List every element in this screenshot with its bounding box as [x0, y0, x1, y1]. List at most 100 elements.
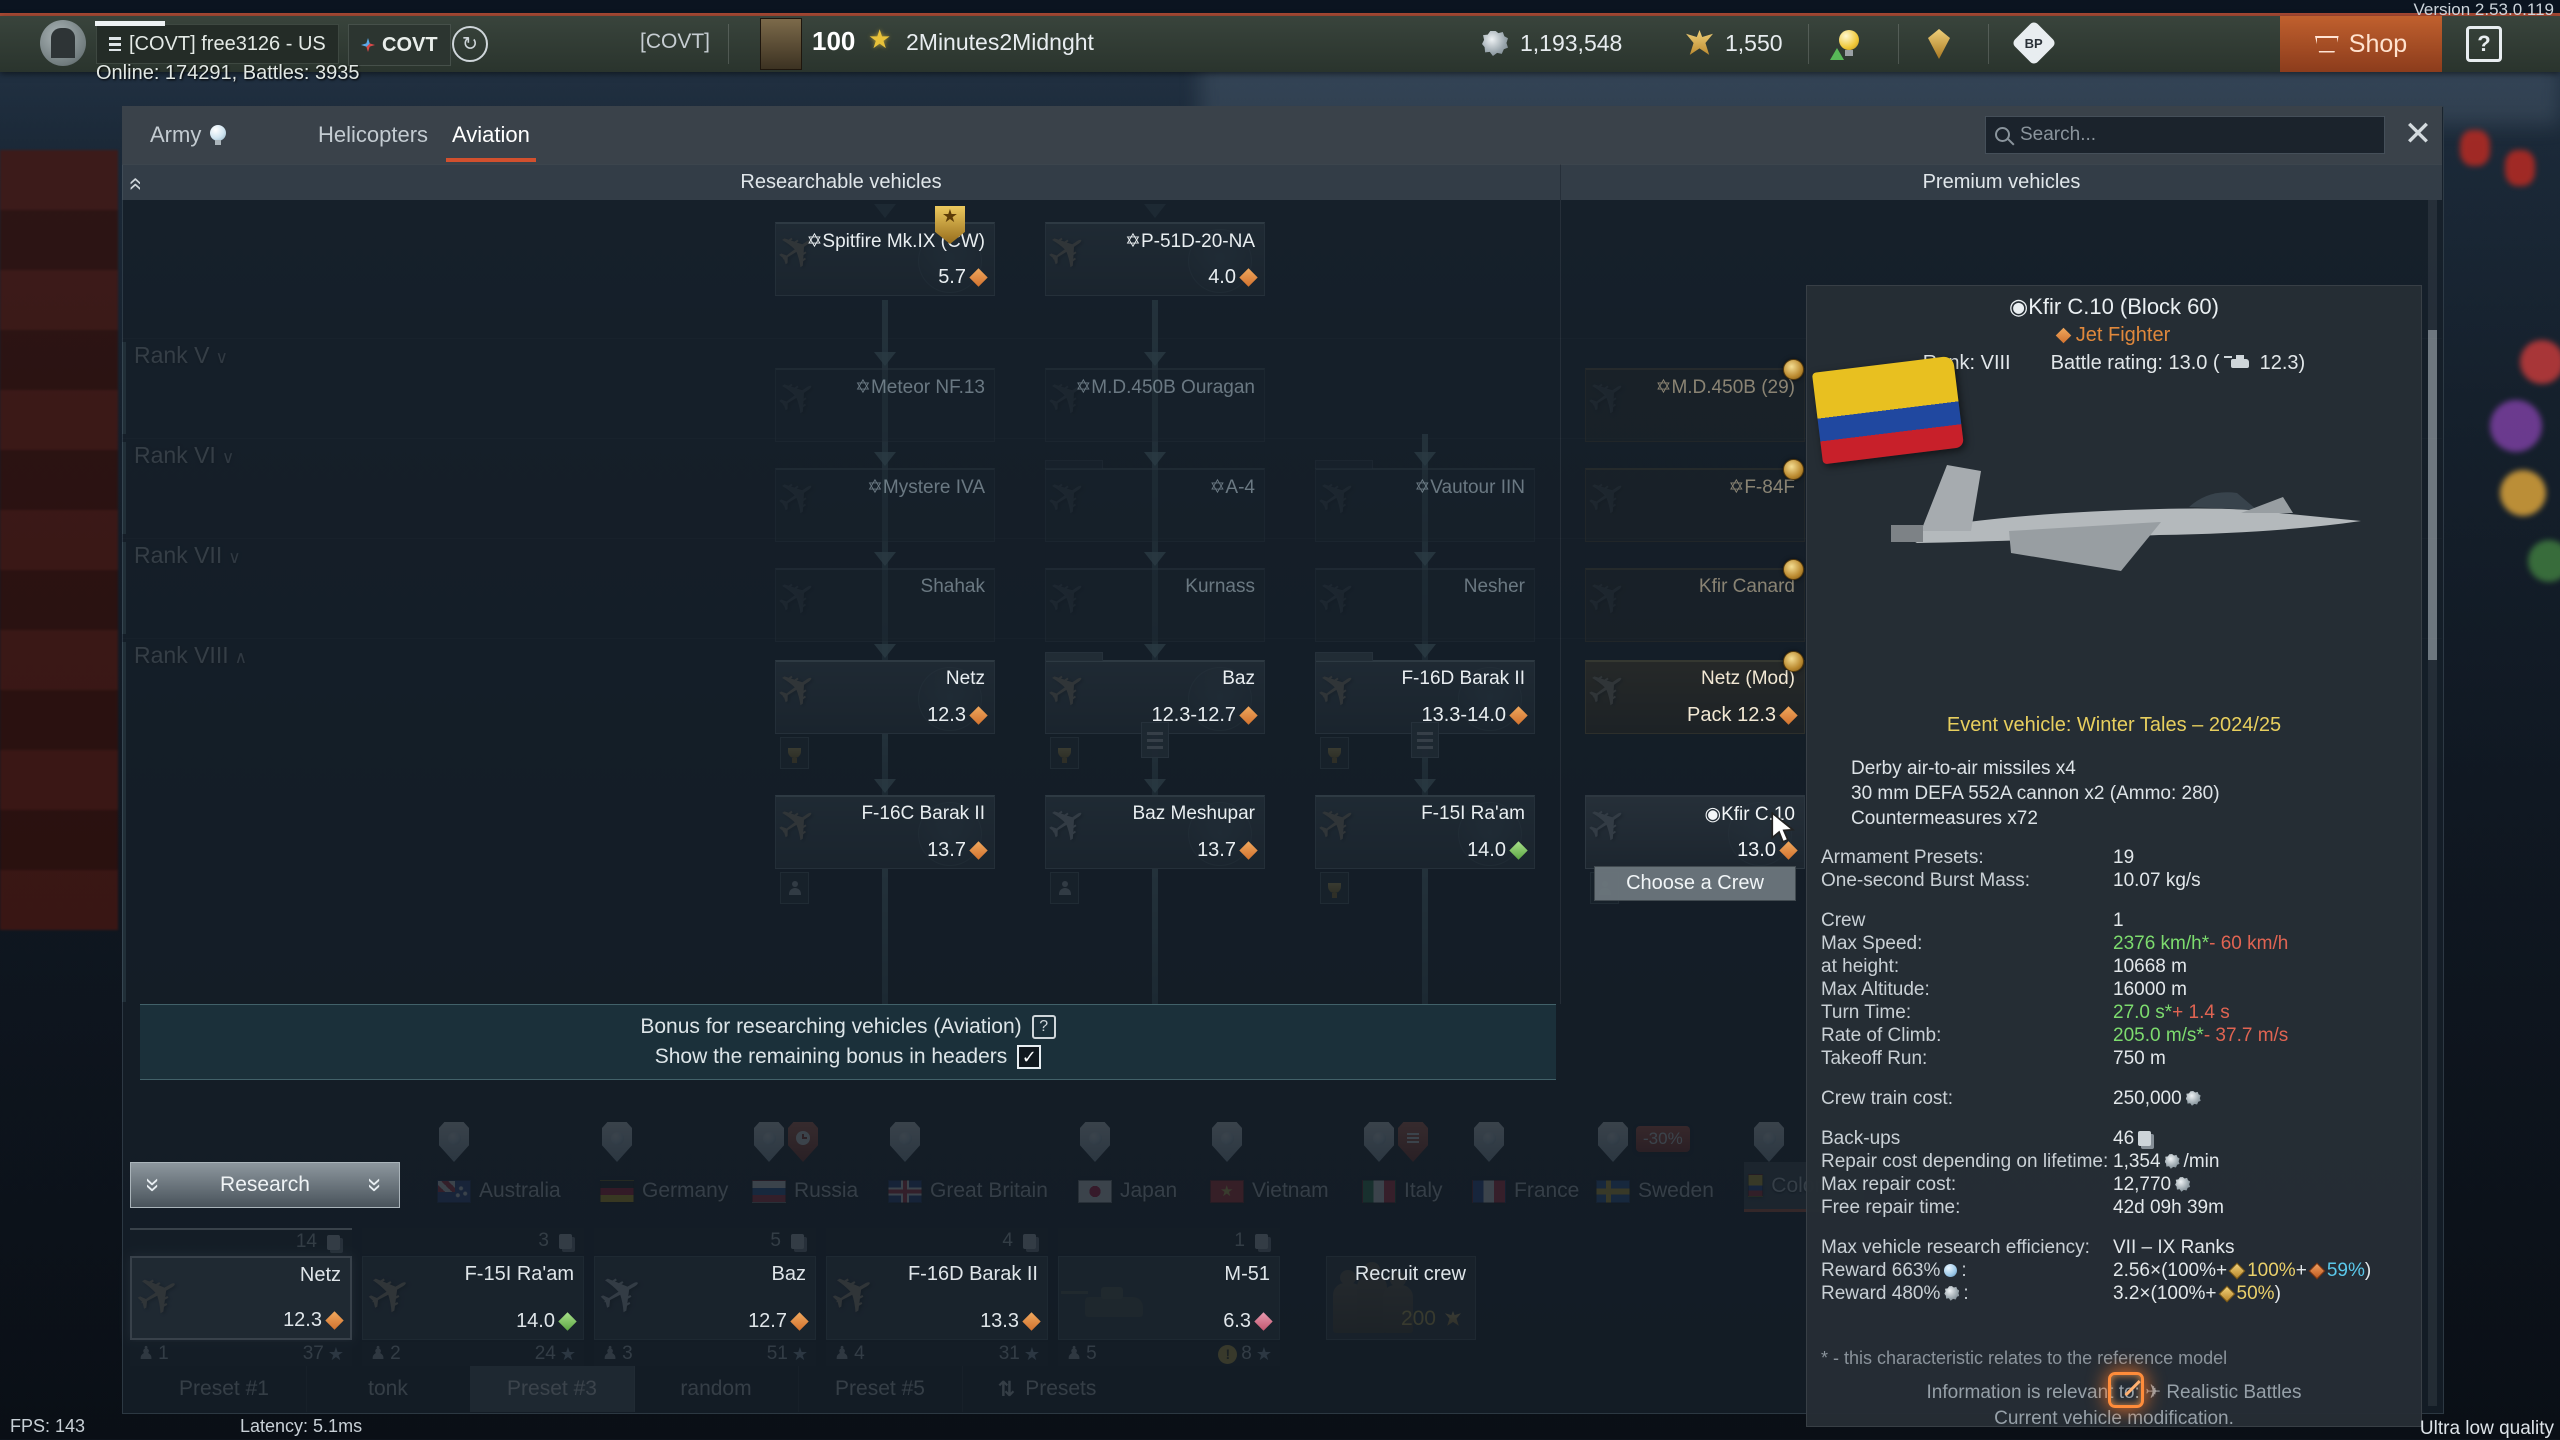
battle-rating: 13.3 [980, 1310, 1038, 1333]
class-diamond-icon [2055, 328, 2071, 344]
premium-header: Premium vehicles [1561, 164, 2442, 200]
talisman-icon [2218, 1285, 2235, 1302]
wager-portrait[interactable] [760, 18, 802, 70]
lion-icon [2186, 1091, 2201, 1106]
vehicle-name: Shahak [921, 576, 985, 598]
vehicle-name: ✡A-4 [1210, 476, 1256, 499]
vehicle-name: Netz [946, 668, 985, 690]
spectate-icon[interactable]: ↻ [452, 26, 488, 62]
wager-star-icon: ★ [868, 24, 891, 55]
mouse-cursor [1770, 812, 1798, 844]
background-lantern [2460, 130, 2490, 166]
battle-pass-icon[interactable]: BP [2011, 20, 2056, 65]
active-tab-underline [446, 158, 536, 162]
stat-row: Armament Presets:19 [1821, 846, 2409, 869]
clan-badge-button[interactable]: COVT [348, 24, 451, 66]
stat-row: One-second Burst Mass:10.07 kg/s [1821, 869, 2409, 892]
chevron-glyph: » [121, 177, 148, 190]
br-diamond-icon [1779, 841, 1797, 859]
talisman-icon [2229, 1262, 2246, 1279]
br-diamond-icon [969, 841, 987, 859]
tab-helicopters[interactable]: Helicopters [318, 106, 428, 164]
header-label: Premium vehicles [1923, 171, 2081, 194]
vehicle-name: F-16C Barak II [861, 803, 985, 825]
vehicle-name: ✡M.D.450B Ouragan [1075, 376, 1255, 399]
br-diamond-icon [969, 706, 987, 724]
player-card-button[interactable]: [COVT] free3126 - US [96, 24, 339, 64]
br-diamond-icon [790, 1312, 808, 1330]
battle-rating: 14.0 [1467, 839, 1525, 862]
help-button[interactable]: ? [2466, 26, 2502, 62]
boost-arrow-icon [1830, 48, 1844, 60]
list-icon [109, 37, 121, 51]
scrollbar[interactable] [2428, 200, 2437, 1406]
bonus-checkbox-label: Show the remaining bonus in headers [655, 1045, 1008, 1069]
bonus-help-icon[interactable]: ? [1032, 1015, 1056, 1039]
boost-icon [2308, 1262, 2325, 1279]
stat-row: Crew train cost:250,000 [1821, 1087, 2409, 1110]
quality-label: Ultra low quality [2420, 1418, 2554, 1440]
tab-label: Aviation [452, 122, 530, 148]
chevron-down-icon: » [141, 1178, 167, 1192]
weapon-list: Derby air-to-air missiles x430 mm DEFA 5… [1851, 756, 2220, 831]
background-ornament [2500, 470, 2546, 516]
battle-rating: 13.7 [1197, 839, 1255, 862]
br-diamond-icon [1254, 1312, 1272, 1330]
stats-group: Crew train cost:250,000 [1821, 1087, 2409, 1110]
clan-tag: COVT [382, 34, 438, 57]
avatar[interactable] [40, 20, 86, 66]
talisman-icon[interactable] [1928, 29, 1950, 59]
br-diamond-icon [1239, 841, 1257, 859]
vehicle-name: Baz [1222, 668, 1255, 690]
battle-rating: 5.7 [938, 266, 985, 289]
vehicle-title: ◉Kfir C.10 (Block 60) [1807, 294, 2421, 320]
stats-group: Back-ups46Repair cost depending on lifet… [1821, 1127, 2409, 1219]
research-dropdown-button[interactable]: » Research » [130, 1162, 400, 1208]
close-button[interactable]: ✕ [2398, 114, 2438, 154]
search-input[interactable] [1985, 116, 2385, 154]
battle-rating: 12.7 [748, 1310, 806, 1333]
event-vehicle-label: Event vehicle: Winter Tales – 2024/25 [1807, 714, 2421, 737]
collapse-tree-icon[interactable]: » [121, 177, 149, 190]
bonus-checkbox[interactable]: ✓ [1017, 1045, 1041, 1069]
stat-row: Max Speed:2376 km/h* - 60 km/h [1821, 932, 2409, 955]
vehicle-class: Jet Fighter [1807, 324, 2421, 347]
shop-button[interactable]: Shop [2280, 16, 2442, 72]
reference-footnote: * - this characteristic relates to the r… [1821, 1348, 2227, 1369]
tab-aviation[interactable]: Aviation [452, 106, 530, 164]
silver-lions-value: 1,193,548 [1520, 30, 1622, 57]
vehicle-name: ✡Vautour IIN [1414, 476, 1525, 499]
vehicle-name: Nesher [1464, 576, 1525, 598]
battle-rating: 12.3 [927, 704, 985, 727]
research-points-icon[interactable] [1838, 30, 1860, 56]
stat-row: Reward 663%:2.56×(100%+100%+59%) [1821, 1259, 2409, 1282]
shop-label: Shop [2349, 30, 2407, 59]
divider [1898, 24, 1899, 64]
lion-icon [2165, 1154, 2180, 1169]
tab-army[interactable]: Army [150, 106, 227, 164]
tank-br-icon [2231, 359, 2249, 368]
chat-edit-icon[interactable] [2108, 1372, 2144, 1408]
stat-row: Free repair time:42d 09h 39m [1821, 1196, 2409, 1219]
stat-row: Crew1 [1821, 909, 2409, 932]
golden-eagles-counter[interactable]: 1,550 [1682, 30, 1783, 57]
battle-rating: Pack 12.3 [1687, 704, 1795, 727]
bonus-text: Bonus for researching vehicles (Aviation… [640, 1015, 1021, 1039]
top-strip [0, 0, 2560, 14]
stats-table: Armament Presets:19One-second Burst Mass… [1821, 846, 2409, 1322]
silver-lions-counter[interactable]: 1,193,548 [1478, 30, 1622, 57]
br-diamond-icon [969, 268, 987, 286]
scrollbar-thumb[interactable] [2428, 330, 2437, 660]
br-diamond-icon [558, 1312, 576, 1330]
br-diamond-icon [1239, 268, 1257, 286]
background-ornament [2490, 400, 2542, 452]
stat-row: Takeoff Run:750 m [1821, 1047, 2409, 1070]
bp-glyph: BP [2025, 36, 2043, 51]
rp-icon [1944, 1264, 1957, 1277]
top-bar: [COVT] free3126 - US COVT ↻ [COVT] 100 ★… [0, 16, 2560, 72]
premium-medal-icon [1783, 559, 1804, 580]
battle-rating: 13.7 [927, 839, 985, 862]
golden-eagles-value: 1,550 [1725, 30, 1783, 57]
vehicle-name: ✡M.D.450B (29) [1656, 376, 1795, 399]
battle-rating: 14.0 [516, 1310, 574, 1333]
